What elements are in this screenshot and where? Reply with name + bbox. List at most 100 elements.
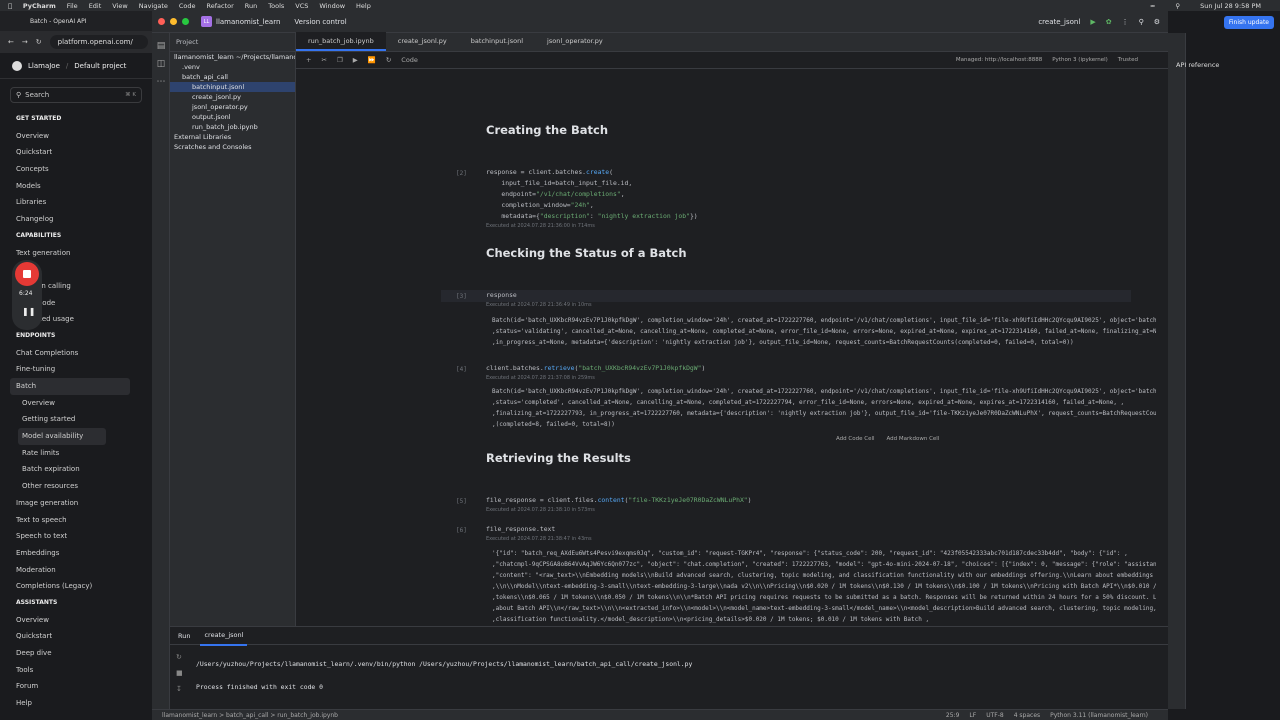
search-everywhere-icon[interactable]: ⚲ [1139, 18, 1144, 26]
nav-item[interactable]: Overview [0, 128, 152, 145]
interpreter[interactable]: Python 3.11 (llamanomist_learn) [1050, 712, 1148, 719]
avatar[interactable] [12, 60, 22, 71]
clock[interactable]: Sun Jul 28 9:58 PM [1200, 2, 1261, 10]
menu-item[interactable]: Help [356, 2, 371, 10]
tree-item[interactable]: batchinput.jsonl [170, 82, 295, 92]
nav-item[interactable]: Speech to text [0, 528, 152, 545]
editor-tab[interactable]: run_batch_job.ipynb [296, 32, 386, 51]
add-cell-icon[interactable]: + [306, 56, 311, 64]
zoom-window-button[interactable] [182, 18, 189, 25]
file-encoding[interactable]: UTF-8 [986, 712, 1004, 719]
code-cell-3[interactable]: response [486, 290, 517, 301]
nav-item[interactable]: Deep dive [0, 645, 152, 662]
nav-item[interactable]: Getting started [0, 411, 152, 428]
markdown-heading[interactable]: Checking the Status of a Batch [486, 246, 687, 260]
browser-tab[interactable]: Batch - OpenAI API [30, 18, 87, 25]
cell-type-select[interactable]: Code [401, 56, 418, 64]
tree-item[interactable]: create_jsonl.py [170, 92, 295, 102]
restart-kernel-icon[interactable]: ↻ [386, 56, 391, 64]
project-selector[interactable]: LL llamanomist_learn Version control [201, 16, 347, 27]
menu-item[interactable]: Run [245, 2, 257, 10]
menu-item[interactable]: Code [179, 2, 196, 10]
vcs-menu[interactable]: Version control [294, 18, 346, 26]
run-config-select[interactable]: create_jsonl [1038, 18, 1080, 26]
nav-item[interactable]: Models [0, 178, 152, 195]
nav-item[interactable]: Embeddings [0, 545, 152, 562]
tree-item[interactable]: output.jsonl [170, 112, 295, 122]
nav-item[interactable]: Rate limits [0, 445, 152, 462]
project-panel-header[interactable]: Project [170, 33, 295, 52]
url-field[interactable]: platform.openai.com/ [49, 35, 148, 49]
stop-record-button[interactable] [15, 262, 39, 286]
nav-item[interactable]: Chat Completions [0, 345, 152, 362]
menu-item[interactable]: VCS [295, 2, 308, 10]
run-label[interactable]: Run [178, 632, 190, 640]
tree-item[interactable]: batch_api_call [170, 72, 295, 82]
forward-icon[interactable]: → [22, 38, 28, 46]
finish-update-button[interactable]: Finish update [1223, 15, 1274, 29]
tree-item[interactable]: jsonl_operator.py [170, 102, 295, 112]
breadcrumb[interactable]: llamanomist_learn > batch_api_call > run… [162, 712, 338, 719]
tree-item[interactable]: External Libraries [170, 132, 295, 142]
nav-item[interactable]: Concepts [0, 161, 152, 178]
nav-item[interactable]: Model availability [18, 428, 106, 445]
cut-icon[interactable]: ✂ [321, 56, 326, 64]
nav-item[interactable]: Text to speech [0, 512, 152, 529]
copy-icon[interactable]: ❐ [337, 56, 343, 64]
nav-item[interactable]: Image generation [0, 495, 152, 512]
reload-icon[interactable]: ↻ [36, 38, 42, 46]
minimize-window-button[interactable] [170, 18, 177, 25]
nav-item[interactable]: Overview [0, 395, 152, 412]
code-cell-5[interactable]: file_response = client.files.content("fi… [486, 495, 752, 506]
nav-item[interactable]: Fine-tuning [0, 361, 152, 378]
pause-icon[interactable]: ❚❚ [22, 307, 35, 316]
trusted-status[interactable]: Trusted [1118, 57, 1138, 63]
editor-tab[interactable]: jsonl_operator.py [535, 32, 615, 51]
run-tab[interactable]: create_jsonl [200, 626, 248, 646]
structure-icon[interactable]: ◫ [156, 59, 166, 69]
nav-item[interactable]: Quickstart [0, 628, 152, 645]
nav-item[interactable]: Changelog [0, 211, 152, 228]
rerun-icon[interactable]: ↻ [176, 649, 183, 665]
indent-setting[interactable]: 4 spaces [1014, 712, 1040, 719]
jupyter-server[interactable]: Managed: http://localhost:8888 [956, 57, 1042, 63]
line-separator[interactable]: LF [969, 712, 976, 719]
nav-item[interactable]: Completions (Legacy) [0, 578, 152, 595]
nav-item[interactable]: Help [0, 695, 152, 712]
run-all-icon[interactable]: ⏩ [368, 56, 376, 64]
nav-item[interactable]: Text generation [0, 245, 152, 262]
more-tools-icon[interactable]: ⋯ [156, 77, 166, 87]
tree-item[interactable]: Scratches and Consoles [170, 142, 295, 152]
tree-item[interactable]: .venv [170, 62, 295, 72]
search-icon[interactable]: ⚲ [1175, 2, 1180, 10]
nav-item[interactable]: Other resources [0, 478, 152, 495]
markdown-heading[interactable]: Retrieving the Results [486, 451, 631, 465]
project-name[interactable]: Default project [74, 62, 126, 70]
nav-item[interactable]: Batch expiration [0, 461, 152, 478]
menu-item[interactable]: Refactor [207, 2, 234, 10]
run-icon[interactable]: ▶ [1090, 18, 1095, 26]
nav-item[interactable]: Forum [0, 678, 152, 695]
editor-tab[interactable]: create_jsonl.py [386, 32, 459, 51]
back-icon[interactable]: ← [8, 38, 14, 46]
nav-item[interactable]: Libraries [0, 194, 152, 211]
close-window-button[interactable] [158, 18, 165, 25]
nav-item[interactable]: Batch [10, 378, 130, 395]
more-icon[interactable]: ⋮ [1122, 18, 1129, 26]
code-cell-4[interactable]: client.batches.retrieve("batch_UXKbcR94v… [486, 363, 705, 374]
project-tool-icon[interactable]: ▤ [156, 41, 166, 51]
nav-item[interactable]: Tools [0, 662, 152, 679]
nav-item[interactable]: Quickstart [0, 144, 152, 161]
code-cell-2[interactable]: response = client.batches.create( input_… [486, 167, 698, 222]
tree-item[interactable]: run_batch_job.ipynb [170, 122, 295, 132]
editor-tab[interactable]: batchinput.jsonl [459, 32, 535, 51]
nav-item[interactable]: Overview [0, 612, 152, 629]
run-cell-icon[interactable]: ▶ [353, 56, 358, 64]
nav-item[interactable]: Moderation [0, 562, 152, 579]
scroll-icon[interactable]: ↧ [176, 681, 183, 697]
settings-icon[interactable]: ⚙ [1154, 18, 1160, 26]
code-cell-6[interactable]: file_response.text [486, 524, 555, 535]
user-name[interactable]: LlamaJoe [28, 62, 60, 70]
search-input[interactable]: ⚲ Search ⌘ K [10, 87, 142, 103]
debug-icon[interactable]: ✿ [1106, 18, 1112, 26]
